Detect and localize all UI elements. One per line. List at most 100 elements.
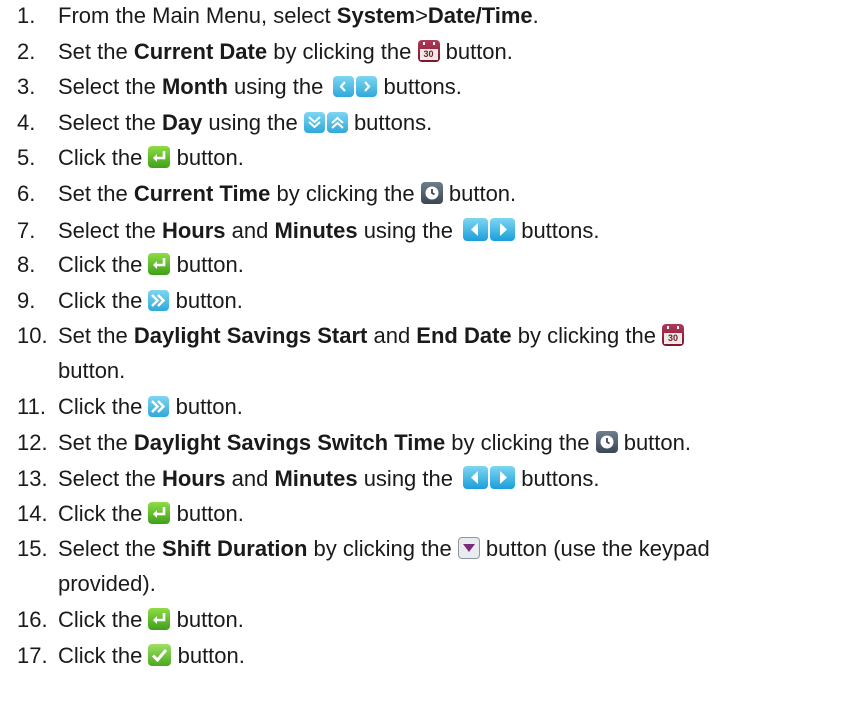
chevron-right-icon	[356, 76, 378, 97]
step-bold-text: Hours	[161, 218, 226, 243]
enter-icon	[148, 146, 171, 168]
step-number: 15.	[17, 536, 48, 561]
step-text: Select the	[58, 466, 162, 491]
step-bold-text: End Date	[416, 323, 512, 348]
step-text: buttons.	[515, 218, 600, 243]
double-chevron-up-icon	[326, 112, 348, 133]
step-number: 8.	[17, 252, 36, 277]
list-item: 5. Click the button.	[17, 146, 862, 169]
step-bold-text: Shift Duration	[161, 536, 308, 561]
step-number: 7.	[17, 218, 36, 243]
step-text: Click the	[58, 643, 149, 668]
step-text: using the	[227, 74, 330, 99]
step-text: Select the	[58, 74, 162, 99]
step-text: Click the	[58, 145, 149, 170]
instruction-list: 1. From the Main Menu, select System>Date…	[0, 0, 866, 703]
dropdown-icon	[457, 537, 480, 559]
step-text: Set the	[58, 39, 134, 64]
step-text: Set the	[58, 323, 134, 348]
step-text: Select the	[58, 536, 162, 561]
step-text: button.	[169, 394, 243, 419]
step-bold-text: Current Time	[133, 181, 271, 206]
list-item: 16. Click the button.	[17, 608, 862, 631]
step-text: button.	[170, 145, 244, 170]
list-item: 15. Select the Shift Duration by clicking…	[17, 537, 862, 595]
step-number: 12.	[17, 430, 48, 455]
step-bold-text: System	[336, 3, 416, 28]
step-text: button.	[442, 181, 517, 206]
step-text: by clicking the	[270, 181, 421, 206]
list-item: 8. Click the button.	[17, 253, 862, 276]
step-text: Click the	[58, 501, 149, 526]
clock-icon	[595, 431, 618, 453]
enter-icon	[148, 253, 171, 275]
step-text: buttons.	[347, 110, 433, 135]
step-text: button.	[170, 252, 244, 277]
step-number: 14.	[17, 501, 48, 526]
triangle-left-icon	[463, 218, 489, 241]
step-bold-text: Day	[161, 110, 203, 135]
triangle-right-icon	[490, 466, 516, 489]
step-text: .	[532, 3, 539, 28]
list-item: 13. Select the Hours and Minutes using th…	[17, 466, 862, 490]
step-text: button (use the keypad	[479, 536, 710, 561]
step-text: and	[367, 323, 417, 348]
step-text: and	[225, 218, 275, 243]
step-bold-text: Date/Time	[427, 3, 533, 28]
step-text: Click the	[58, 607, 149, 632]
step-text: button.	[170, 607, 244, 632]
list-item: 10. Set the Daylight Savings Start and En…	[17, 324, 862, 382]
enter-icon	[148, 608, 171, 630]
step-text: by clicking the	[511, 323, 663, 348]
step-text: button.	[58, 358, 126, 383]
step-bold-text: Daylight Savings Start	[133, 323, 368, 348]
calendar-icon: 30	[662, 324, 685, 346]
checkmark-icon	[148, 644, 172, 666]
step-text: button.	[439, 39, 513, 64]
step-text: provided).	[58, 571, 156, 596]
calendar-icon-date: 30	[419, 49, 438, 60]
step-text: by clicking the	[307, 536, 458, 561]
fast-forward-icon	[148, 290, 170, 311]
list-item: 7. Select the Hours and Minutes using the…	[17, 218, 862, 242]
step-text: Select the	[58, 110, 162, 135]
triangle-left-icon	[463, 466, 489, 489]
step-text: using the	[202, 110, 304, 135]
list-item: 17. Click the button.	[17, 644, 862, 667]
list-item: 6. Set the Current Time by clicking the b…	[17, 182, 862, 205]
step-number: 5.	[17, 145, 36, 170]
step-number: 6.	[17, 181, 36, 206]
step-bold-text: Current Date	[133, 39, 268, 64]
step-bold-text: Minutes	[274, 466, 358, 491]
step-text: by clicking the	[445, 430, 596, 455]
step-bold-text: Month	[161, 74, 228, 99]
step-text: Click the	[58, 252, 149, 277]
step-number: 9.	[17, 288, 36, 313]
step-text: buttons.	[377, 74, 462, 99]
step-bold-text: Hours	[161, 466, 226, 491]
step-bold-text: Daylight Savings Switch Time	[133, 430, 446, 455]
step-text: Set the	[58, 430, 134, 455]
step-text: using the	[357, 218, 460, 243]
triangle-right-icon	[490, 218, 516, 241]
step-text: using the	[357, 466, 460, 491]
step-text: button.	[171, 643, 245, 668]
step-number: 11.	[17, 394, 46, 419]
enter-icon	[148, 502, 171, 524]
list-item: 12. Set the Daylight Savings Switch Time …	[17, 431, 862, 454]
calendar-icon-date: 30	[664, 333, 683, 344]
step-number: 10.	[17, 323, 48, 348]
step-number: 4.	[17, 110, 36, 135]
step-number: 3.	[17, 74, 36, 99]
step-text: button.	[169, 288, 243, 313]
double-chevron-down-icon	[303, 112, 325, 133]
list-item: 1. From the Main Menu, select System>Date…	[17, 4, 862, 27]
list-item: 2. Set the Current Date by clicking the 3…	[17, 40, 862, 63]
list-item: 9. Click the button.	[17, 289, 862, 312]
list-item: 14. Click the button.	[17, 502, 862, 525]
chevron-left-icon	[333, 76, 355, 97]
list-item: 4. Select the Day using the buttons.	[17, 111, 862, 134]
step-text: From the Main Menu, select	[58, 3, 337, 28]
list-item: 3. Select the Month using the buttons.	[17, 75, 862, 98]
step-text: button.	[617, 430, 691, 455]
